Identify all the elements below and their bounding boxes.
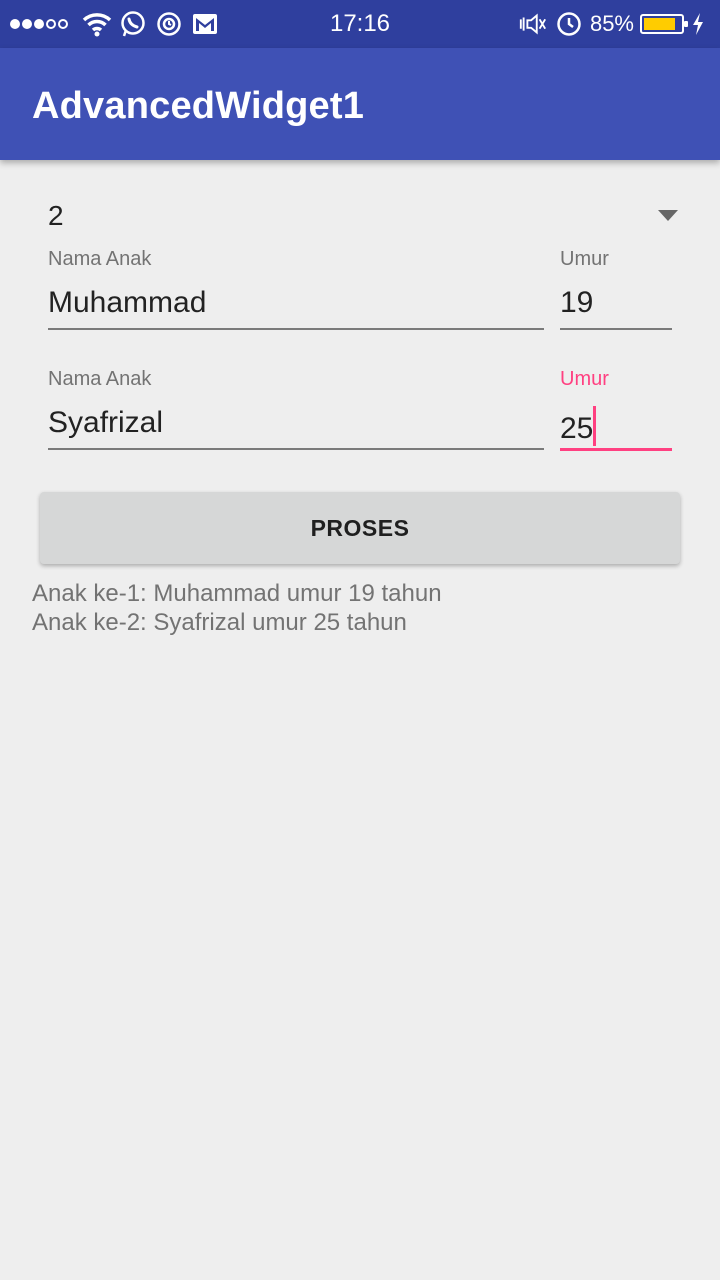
clock-icon — [554, 9, 584, 39]
gmail-icon — [190, 9, 220, 39]
text-cursor — [593, 406, 597, 446]
spinner-selected-value: 2 — [48, 200, 64, 231]
status-left-icons — [10, 0, 220, 48]
wifi-icon — [82, 9, 112, 39]
child-count-spinner[interactable]: 2 — [48, 192, 688, 244]
child-2-age-value: 25 — [560, 412, 594, 445]
child-1-name-field[interactable]: Nama Anak Muhammad — [48, 248, 544, 336]
whatsapp-icon — [118, 9, 148, 39]
charging-icon — [690, 9, 706, 39]
status-bar: 17:16 85% — [0, 0, 720, 48]
child-1-age-input[interactable]: 19 — [560, 286, 672, 330]
child-2-name-input[interactable]: Syafrizal — [48, 406, 544, 450]
child-1-name-label: Nama Anak — [48, 248, 152, 270]
dropdown-arrow-icon — [658, 210, 678, 221]
child-1-age-field[interactable]: Umur 19 — [560, 248, 672, 336]
vibrate-icon — [518, 9, 548, 39]
child-1-name-input[interactable]: Muhammad — [48, 286, 544, 330]
child-2-name-label: Nama Anak — [48, 368, 152, 390]
status-right-icons: 85% — [518, 0, 706, 48]
child-2-age-input[interactable]: 25 — [560, 406, 672, 451]
battery-percent: 85% — [589, 11, 634, 36]
app-title: AdvancedWidget1 — [32, 85, 365, 127]
result-line-1: Anak ke-1: Muhammad umur 19 tahun — [32, 580, 442, 607]
proses-button[interactable]: PROSES — [40, 492, 680, 564]
battery-icon — [640, 14, 688, 34]
app-bar: AdvancedWidget1 — [0, 48, 720, 160]
screen: 17:16 85% AdvancedWidget1 2 Nama Anak Mu… — [0, 0, 720, 1280]
child-2-name-field[interactable]: Nama Anak Syafrizal — [48, 368, 544, 456]
child-1-age-label: Umur — [560, 248, 609, 270]
child-2-age-field[interactable]: Umur 25 — [560, 368, 672, 456]
alarm-sync-icon — [154, 9, 184, 39]
result-line-2: Anak ke-2: Syafrizal umur 25 tahun — [32, 609, 407, 636]
child-2-age-label: Umur — [560, 368, 609, 390]
signal-icon — [10, 19, 68, 29]
